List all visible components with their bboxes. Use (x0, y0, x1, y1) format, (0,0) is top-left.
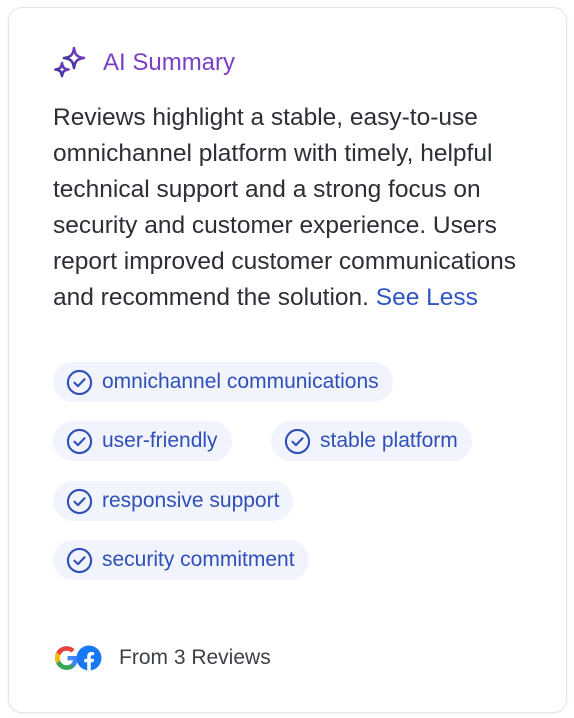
check-circle-icon (66, 428, 93, 454)
summary-text-block: Reviews highlight a stable, easy-to-use … (53, 100, 533, 316)
tag-responsive-support[interactable]: responsive support (53, 481, 294, 521)
check-circle-icon (66, 547, 93, 573)
tag-omnichannel-communications[interactable]: omnichannel communications (53, 362, 393, 402)
tag-label: responsive support (102, 489, 280, 512)
summary-text: Reviews highlight a stable, easy-to-use … (53, 104, 516, 311)
tag-label: omnichannel communications (102, 370, 379, 393)
tag-security-commitment[interactable]: security commitment (53, 540, 309, 580)
check-circle-icon (284, 428, 311, 454)
tag-label: stable platform (320, 429, 458, 452)
google-logo-icon (55, 646, 78, 670)
facebook-logo-icon (76, 645, 102, 671)
check-circle-icon (66, 369, 93, 395)
see-less-link[interactable]: See Less (376, 284, 478, 311)
check-circle-icon (66, 488, 93, 514)
tag-label: security commitment (102, 548, 295, 571)
ai-summary-card: AI Summary Reviews highlight a stable, e… (8, 7, 567, 713)
source-logos (53, 643, 103, 673)
review-source-footer: From 3 Reviews (53, 643, 271, 673)
google-facebook-logos (55, 645, 102, 671)
review-count-text: From 3 Reviews (119, 646, 271, 669)
tag-user-friendly[interactable]: user-friendly (53, 421, 232, 461)
card-header: AI Summary (53, 46, 235, 80)
tag-stable-platform[interactable]: stable platform (271, 421, 472, 461)
sparkle-icon (54, 46, 86, 78)
tag-label: user-friendly (102, 429, 218, 452)
card-title: AI Summary (103, 49, 236, 76)
